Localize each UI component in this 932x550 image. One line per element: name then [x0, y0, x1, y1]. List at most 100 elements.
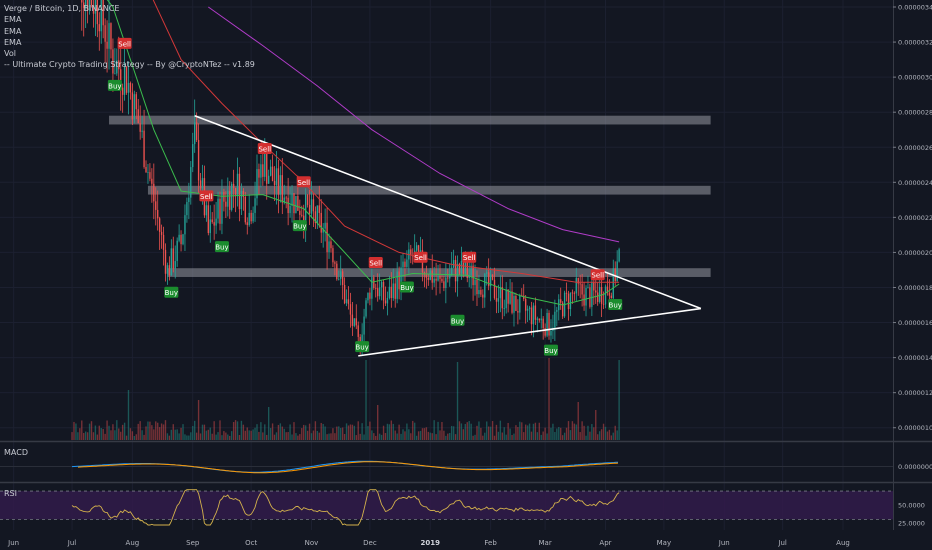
volume-bar [561, 435, 564, 440]
volume-bar [404, 431, 406, 440]
volume-bar [515, 425, 517, 440]
signal-sell: Sell [368, 256, 383, 268]
candle-body [190, 167, 192, 198]
candle-body [452, 260, 455, 268]
candle-body [234, 187, 237, 195]
volume-bar [207, 429, 209, 440]
candle-body [478, 290, 480, 295]
volume-bar [100, 428, 102, 440]
legend-ema-3[interactable]: EMA [4, 37, 255, 48]
price-tick-label: 0.00000320 [898, 39, 932, 47]
candle-body [542, 318, 544, 329]
volume-bar [464, 423, 466, 440]
volume-bar [285, 432, 287, 440]
volume-bar [361, 423, 363, 440]
volume-bar [341, 427, 344, 440]
volume-bar [108, 425, 110, 440]
candle-body [266, 153, 268, 184]
volume-bar [598, 431, 601, 440]
legend-strategy[interactable]: -- Ultimate Crypto Trading Strategy -- B… [4, 59, 255, 70]
volume-bar [308, 423, 311, 440]
signal-buy: Buy [608, 299, 623, 311]
time-tick-label: Jun [718, 539, 730, 547]
price-chart[interactable]: Sell Buy Buy Sell Buy Sell Sell Buy Buy Sell Buy Se… [0, 0, 932, 550]
volume-bar [382, 425, 385, 440]
volume-bar [322, 423, 324, 440]
candle-body [178, 234, 180, 241]
volume-bar [606, 431, 609, 440]
volume-bar [240, 420, 243, 440]
candle-body [215, 218, 217, 226]
candle-body [121, 87, 124, 95]
volume-bar [517, 427, 519, 440]
volume-bar [90, 421, 93, 440]
volume-bar [332, 428, 334, 440]
candle-body [151, 178, 153, 184]
candle-body [476, 279, 478, 295]
volume-bar [406, 423, 408, 440]
volume-bar [452, 426, 455, 440]
volume-bar [435, 434, 437, 440]
volume-bar [602, 423, 605, 440]
volume-bar [523, 432, 525, 440]
volume-bar [114, 430, 116, 440]
candle-body [460, 260, 463, 274]
candle-body [517, 310, 519, 313]
volume-bar [495, 424, 498, 440]
volume-bar [131, 431, 134, 440]
candle-body [363, 316, 365, 335]
resistance-zone [167, 268, 711, 277]
candle-body [287, 197, 289, 214]
candle-body [256, 169, 258, 199]
candle-body [174, 261, 176, 269]
volume-bar [213, 421, 215, 440]
signal-sell: Sell [296, 176, 311, 188]
candle-body [238, 173, 241, 210]
legend-volume[interactable]: Vol [4, 48, 255, 59]
candle-body [207, 205, 209, 234]
candle-body [439, 275, 441, 279]
candle-body [610, 295, 613, 299]
volume-bar [542, 431, 544, 440]
price-tick-label: 0.00000140 [898, 354, 932, 362]
volume-bar [135, 434, 137, 440]
volume-bar [110, 430, 112, 440]
volume-bar [125, 435, 128, 440]
volume-bar [116, 420, 118, 440]
volume-bar [256, 424, 258, 440]
candle-body [308, 204, 311, 214]
candle-body [515, 295, 517, 311]
volume-bar [279, 423, 282, 440]
rsi-tick-label: 25.0000 [898, 519, 925, 527]
time-tick-label: Mar [539, 539, 552, 547]
candle-body [519, 295, 521, 313]
volume-bar [443, 430, 445, 440]
candle-body [482, 294, 484, 298]
candle-body [225, 201, 227, 207]
volume-bar [402, 429, 404, 440]
candle-body [229, 191, 231, 210]
volume-bar [371, 430, 373, 440]
grid [0, 0, 893, 530]
volume-bar [567, 421, 570, 440]
volume-bar [396, 433, 398, 440]
volume-bar [306, 430, 309, 440]
volume-bar [320, 422, 322, 440]
signal-label: Buy [609, 302, 622, 310]
candle-body [589, 287, 591, 307]
candle-body [221, 192, 223, 224]
volume-bar [246, 427, 248, 440]
legend-ema-1[interactable]: EMA [4, 14, 255, 25]
candle-body [474, 279, 476, 286]
candle-body [591, 282, 593, 307]
candle-body [299, 210, 301, 215]
volume-bar [106, 420, 108, 440]
candle-body [451, 267, 453, 275]
legend-ema-2[interactable]: EMA [4, 26, 255, 37]
signal-label: Buy [165, 289, 178, 297]
candle-body [160, 231, 163, 235]
volume-bar [569, 430, 572, 440]
candle-body [554, 311, 556, 328]
volume-bar [229, 435, 231, 440]
candle-body [441, 278, 443, 282]
